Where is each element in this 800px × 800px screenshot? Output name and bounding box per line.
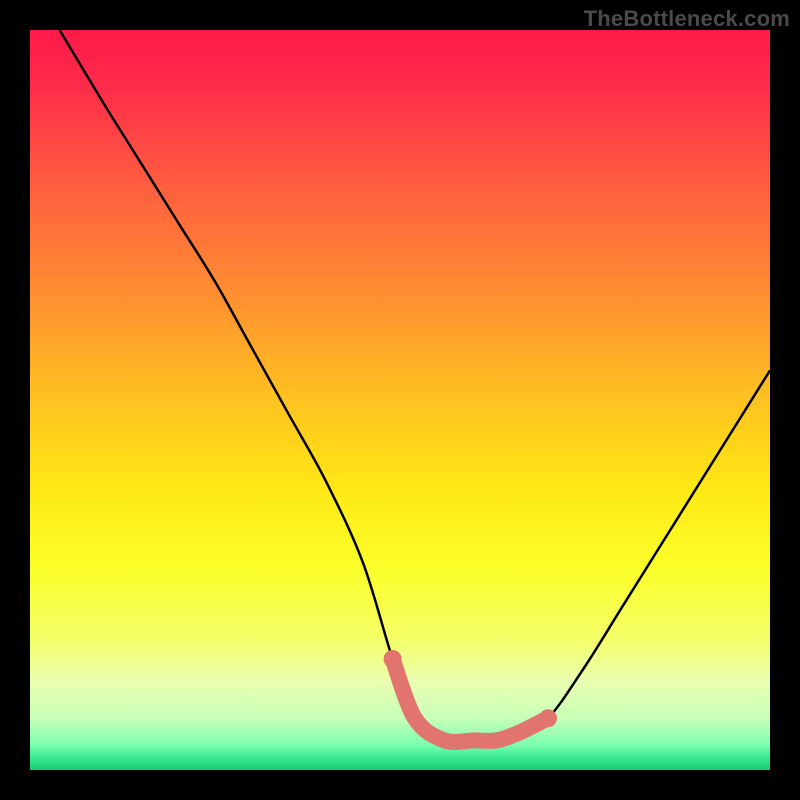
curve-layer [30,30,770,770]
chart-container: TheBottleneck.com [0,0,800,800]
plot-area [30,30,770,770]
bottleneck-curve [60,30,770,742]
highlight-endpoint-right [539,709,557,727]
watermark-text: TheBottleneck.com [584,6,790,32]
highlight-band [393,659,548,742]
highlight-endpoint-left [384,650,402,668]
